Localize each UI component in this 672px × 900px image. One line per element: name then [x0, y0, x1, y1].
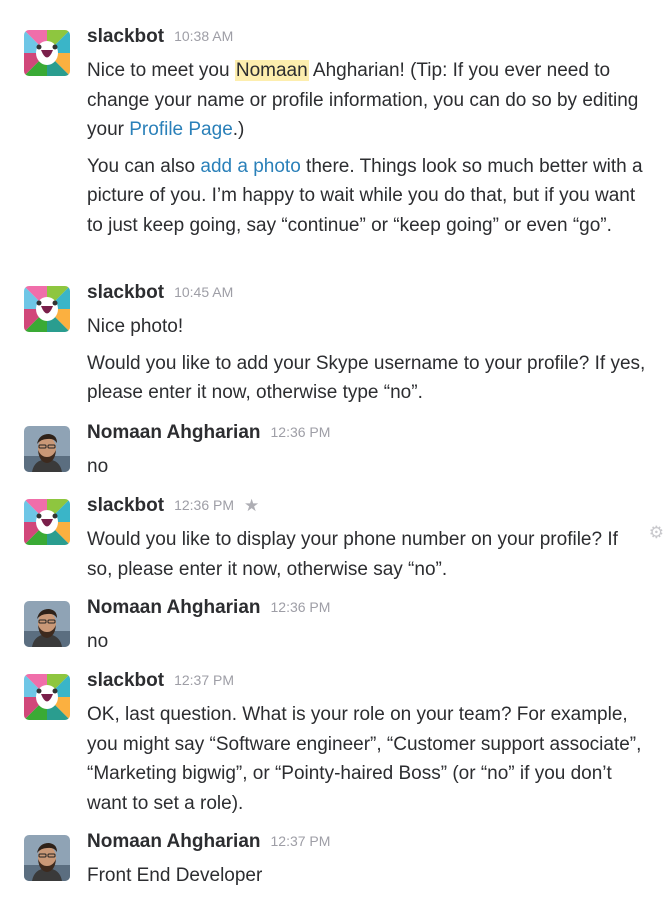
message-body: OK, last question. What is your role on … [87, 700, 647, 818]
sender-name[interactable]: slackbot [87, 26, 164, 47]
sender-name[interactable]: slackbot [87, 670, 164, 691]
user-avatar[interactable] [24, 426, 70, 472]
message-text: Front End Developer [87, 865, 263, 886]
message-body: no [87, 452, 647, 482]
timestamp[interactable]: 12:36 PM [271, 424, 331, 440]
message-header: slackbot 12:37 PM [87, 670, 234, 698]
user-mention[interactable]: Nomaan [234, 60, 309, 81]
message-body: Nice to meet you Nomaan Ahgharian! (Tip:… [87, 56, 647, 240]
profile-page-link[interactable]: Profile Page [129, 119, 233, 140]
sender-name[interactable]: Nomaan Ahgharian [87, 597, 261, 618]
add-photo-link[interactable]: add a photo [200, 156, 300, 177]
message-text: Would you like to display your phone num… [87, 529, 618, 580]
user-avatar[interactable] [24, 835, 70, 881]
message-text: Would you like to add your Skype usernam… [87, 352, 646, 404]
timestamp[interactable]: 10:38 AM [174, 28, 233, 44]
message-text: Nice photo! [87, 316, 184, 337]
slackbot-avatar[interactable] [24, 30, 70, 76]
message-header: Nomaan Ahgharian 12:36 PM [87, 422, 330, 450]
message-text: no [87, 456, 109, 477]
message-text: OK, last question. What is your role on … [87, 704, 642, 814]
sender-name[interactable]: slackbot [87, 282, 164, 303]
timestamp[interactable]: 12:36 PM [174, 497, 234, 513]
gear-icon[interactable]: ⚙ [649, 523, 664, 543]
timestamp[interactable]: 12:37 PM [174, 672, 234, 688]
timestamp[interactable]: 10:45 AM [174, 284, 233, 300]
timestamp[interactable]: 12:36 PM [271, 599, 331, 615]
message-text: You can also add a photo there. Things l… [87, 155, 643, 236]
message-header: Nomaan Ahgharian 12:37 PM [87, 831, 330, 859]
message-header: slackbot 10:38 AM [87, 26, 233, 54]
message-body: no [87, 627, 647, 657]
slackbot-avatar[interactable] [24, 286, 70, 332]
sender-name[interactable]: Nomaan Ahgharian [87, 422, 261, 443]
message-header: Nomaan Ahgharian 12:36 PM [87, 597, 330, 625]
sender-name[interactable]: Nomaan Ahgharian [87, 831, 261, 852]
message-body: Nice photo! Would you like to add your S… [87, 312, 647, 408]
message-body: Would you like to display your phone num… [87, 525, 647, 584]
slackbot-avatar[interactable] [24, 674, 70, 720]
message-header: slackbot 10:45 AM [87, 282, 233, 310]
user-avatar[interactable] [24, 601, 70, 647]
star-icon[interactable]: ★ [244, 496, 259, 515]
message-header: slackbot 12:36 PM ★ [87, 495, 259, 523]
message-text: no [87, 631, 109, 652]
timestamp[interactable]: 12:37 PM [271, 833, 331, 849]
message-text: Nice to meet you Nomaan Ahgharian! (Tip:… [87, 60, 639, 140]
sender-name[interactable]: slackbot [87, 495, 164, 516]
message-body: Front End Developer [87, 861, 647, 891]
slackbot-avatar[interactable] [24, 499, 70, 545]
